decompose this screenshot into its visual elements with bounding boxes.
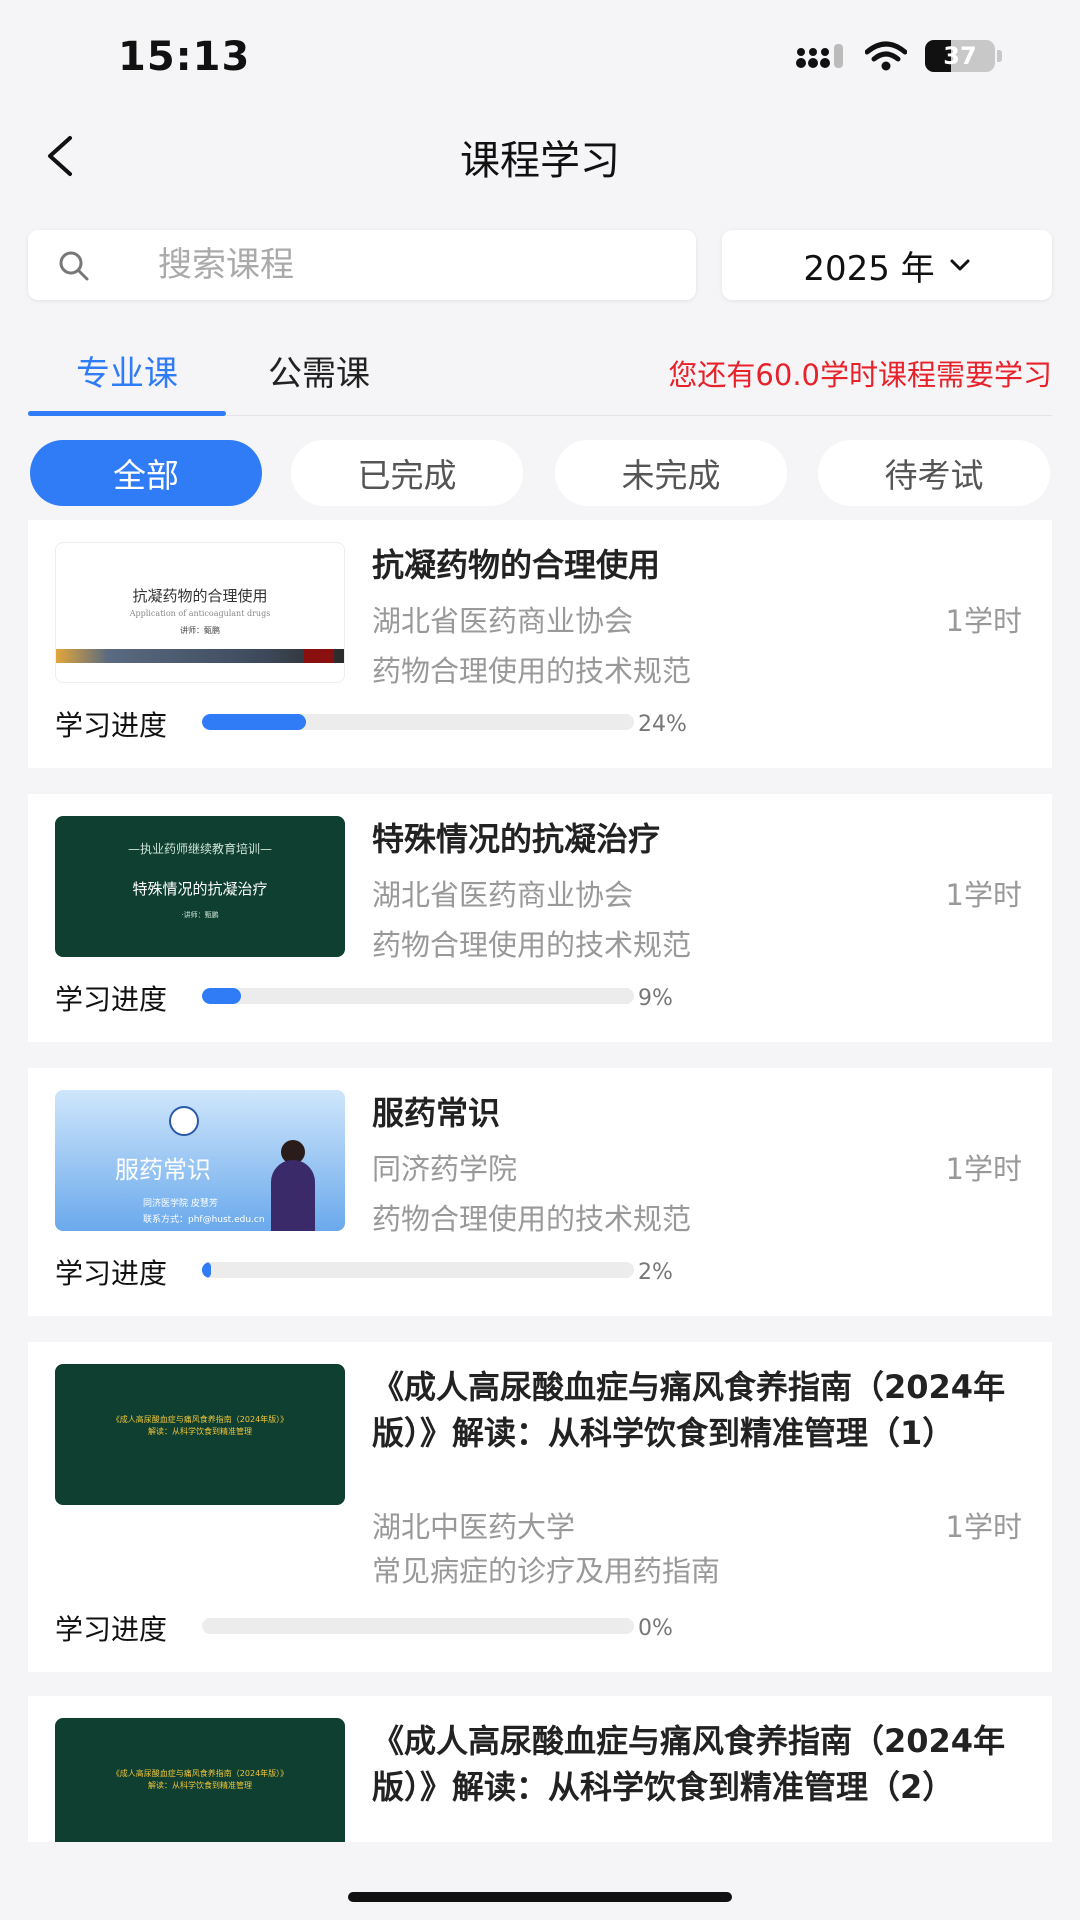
thumb-title: 抗凝药物的合理使用 bbox=[132, 587, 268, 605]
thumb-title: 服药常识 bbox=[115, 1156, 211, 1184]
progress-bar bbox=[202, 714, 634, 730]
progress-fill bbox=[202, 1262, 211, 1278]
course-thumbnail: 服药常识 同济医学院 皮慧芳 联系方式：phf@hust.edu.cn bbox=[55, 1090, 345, 1231]
chevron-down-icon bbox=[950, 259, 970, 271]
hours-notice: 您还有60.0学时课程需要学习 bbox=[668, 358, 1052, 392]
progress-bar bbox=[202, 1618, 634, 1634]
thumb-subtitle: Application of anticoagulant drugs bbox=[129, 609, 271, 618]
progress-fill bbox=[202, 714, 306, 730]
status-time: 15:13 bbox=[118, 34, 251, 80]
cellular-signal-icon bbox=[796, 44, 843, 68]
course-card[interactable]: 服药常识 同济医学院 皮慧芳 联系方式：phf@hust.edu.cn 服药常识… bbox=[28, 1068, 1052, 1316]
search-box[interactable] bbox=[28, 230, 696, 300]
thumb-logo bbox=[169, 1106, 199, 1136]
battery-icon: 37 bbox=[925, 40, 995, 72]
course-category: 药物合理使用的技术规范 bbox=[372, 1202, 692, 1236]
filter-incomplete[interactable]: 未完成 bbox=[555, 440, 787, 506]
tab-public[interactable]: 公需课 bbox=[268, 346, 370, 395]
course-title: 特殊情况的抗凝治疗 bbox=[372, 820, 661, 858]
course-category: 常见病症的诊疗及用药指南 bbox=[372, 1554, 721, 1588]
course-thumbnail: 《成人高尿酸血症与痛风食养指南（2024年版）》 解读：从科学饮食到精准管理 bbox=[55, 1364, 345, 1505]
course-category: 药物合理使用的技术规范 bbox=[372, 928, 692, 962]
status-indicators: 37 bbox=[795, 40, 1002, 72]
course-type-tabs: 专业课 公需课 您还有60.0学时课程需要学习 bbox=[28, 336, 1052, 416]
course-card[interactable]: 《成人高尿酸血症与痛风食养指南（2024年版）》 解读：从科学饮食到精准管理 《… bbox=[28, 1342, 1052, 1672]
status-filters: 全部 已完成 未完成 待考试 bbox=[28, 440, 1052, 508]
course-hours: 1学时 bbox=[945, 604, 1022, 638]
thumb-line1: 《成人高尿酸血症与痛风食养指南（2024年版）》 bbox=[111, 1415, 289, 1424]
battery-percent: 37 bbox=[943, 42, 977, 70]
filter-completed[interactable]: 已完成 bbox=[291, 440, 523, 506]
nav-bar: 课程学习 bbox=[0, 110, 1080, 202]
thumb-header: —执业药师继续教育培训— bbox=[127, 842, 272, 856]
course-thumbnail: —执业药师继续教育培训— 特殊情况的抗凝治疗 ·讲师：甄鹏 bbox=[55, 816, 345, 957]
filter-all[interactable]: 全部 bbox=[30, 440, 262, 506]
course-card[interactable]: 《成人高尿酸血症与痛风食养指南（2024年版）》 解读：从科学饮食到精准管理 《… bbox=[28, 1696, 1052, 1842]
progress-label: 学习进度 bbox=[55, 1613, 168, 1646]
course-title: 抗凝药物的合理使用 bbox=[372, 546, 661, 584]
filter-pending-exam[interactable]: 待考试 bbox=[818, 440, 1050, 506]
course-title: 《成人高尿酸血症与痛风食养指南（2024年版）》解读：从科学饮食到精准管理（2） bbox=[372, 1722, 1006, 1806]
search-icon bbox=[59, 251, 89, 281]
course-card[interactable]: 抗凝药物的合理使用 Application of anticoagulant d… bbox=[28, 520, 1052, 768]
progress-fill bbox=[202, 988, 241, 1004]
course-org: 湖北省医药商业协会 bbox=[372, 878, 634, 912]
year-select[interactable]: 2025 年 bbox=[722, 230, 1052, 300]
active-tab-indicator bbox=[28, 411, 226, 416]
thumb-line2: 解读：从科学饮食到精准管理 bbox=[148, 1427, 252, 1436]
thumb-line2: 解读：从科学饮食到精准管理 bbox=[148, 1781, 252, 1790]
course-hours: 1学时 bbox=[945, 1510, 1022, 1544]
wifi-icon bbox=[865, 41, 907, 71]
thumb-org: 同济医学院 皮慧芳 bbox=[143, 1199, 218, 1209]
search-row: 2025 年 bbox=[28, 230, 1052, 300]
progress-percent: 2% bbox=[638, 1260, 673, 1285]
year-select-label: 2025 年 bbox=[803, 248, 935, 289]
progress-label: 学习进度 bbox=[55, 1257, 168, 1290]
progress-bar bbox=[202, 1262, 634, 1278]
progress-percent: 9% bbox=[638, 986, 673, 1011]
search-input[interactable] bbox=[158, 230, 678, 300]
home-indicator bbox=[348, 1892, 732, 1902]
page-title: 课程学习 bbox=[460, 138, 620, 184]
presenter-body bbox=[271, 1160, 315, 1231]
course-org: 湖北省医药商业协会 bbox=[372, 604, 634, 638]
thumb-banner bbox=[56, 649, 344, 663]
progress-percent: 0% bbox=[638, 1616, 673, 1641]
battery-tip bbox=[997, 50, 1002, 62]
thumb-line1: 《成人高尿酸血症与痛风食养指南（2024年版）》 bbox=[111, 1769, 289, 1778]
course-list: 抗凝药物的合理使用 Application of anticoagulant d… bbox=[28, 520, 1052, 1842]
tab-professional[interactable]: 专业课 bbox=[28, 346, 226, 395]
thumb-contact: 联系方式：phf@hust.edu.cn bbox=[143, 1215, 265, 1225]
progress-bar bbox=[202, 988, 634, 1004]
course-title: 服药常识 bbox=[372, 1094, 501, 1132]
course-org: 湖北中医药大学 bbox=[372, 1510, 576, 1544]
course-hours: 1学时 bbox=[945, 1152, 1022, 1186]
progress-percent: 24% bbox=[638, 712, 687, 737]
progress-label: 学习进度 bbox=[55, 709, 168, 742]
thumb-speaker: 讲师：甄鹏 bbox=[180, 626, 220, 635]
course-thumbnail: 《成人高尿酸血症与痛风食养指南（2024年版）》 解读：从科学饮食到精准管理 bbox=[55, 1718, 345, 1842]
course-card[interactable]: —执业药师继续教育培训— 特殊情况的抗凝治疗 ·讲师：甄鹏 特殊情况的抗凝治疗 … bbox=[28, 794, 1052, 1042]
thumb-title: 特殊情况的抗凝治疗 bbox=[132, 880, 268, 898]
status-bar: 15:13 37 bbox=[0, 0, 1080, 110]
course-thumbnail: 抗凝药物的合理使用 Application of anticoagulant d… bbox=[55, 542, 345, 683]
thumb-accent bbox=[304, 649, 334, 663]
progress-label: 学习进度 bbox=[55, 983, 168, 1016]
course-org: 同济药学院 bbox=[372, 1152, 518, 1186]
course-title: 《成人高尿酸血症与痛风食养指南（2024年版）》解读：从科学饮食到精准管理（1） bbox=[372, 1368, 1006, 1452]
course-hours: 1学时 bbox=[945, 878, 1022, 912]
course-category: 药物合理使用的技术规范 bbox=[372, 654, 692, 688]
thumb-speaker: ·讲师：甄鹏 bbox=[181, 911, 219, 919]
